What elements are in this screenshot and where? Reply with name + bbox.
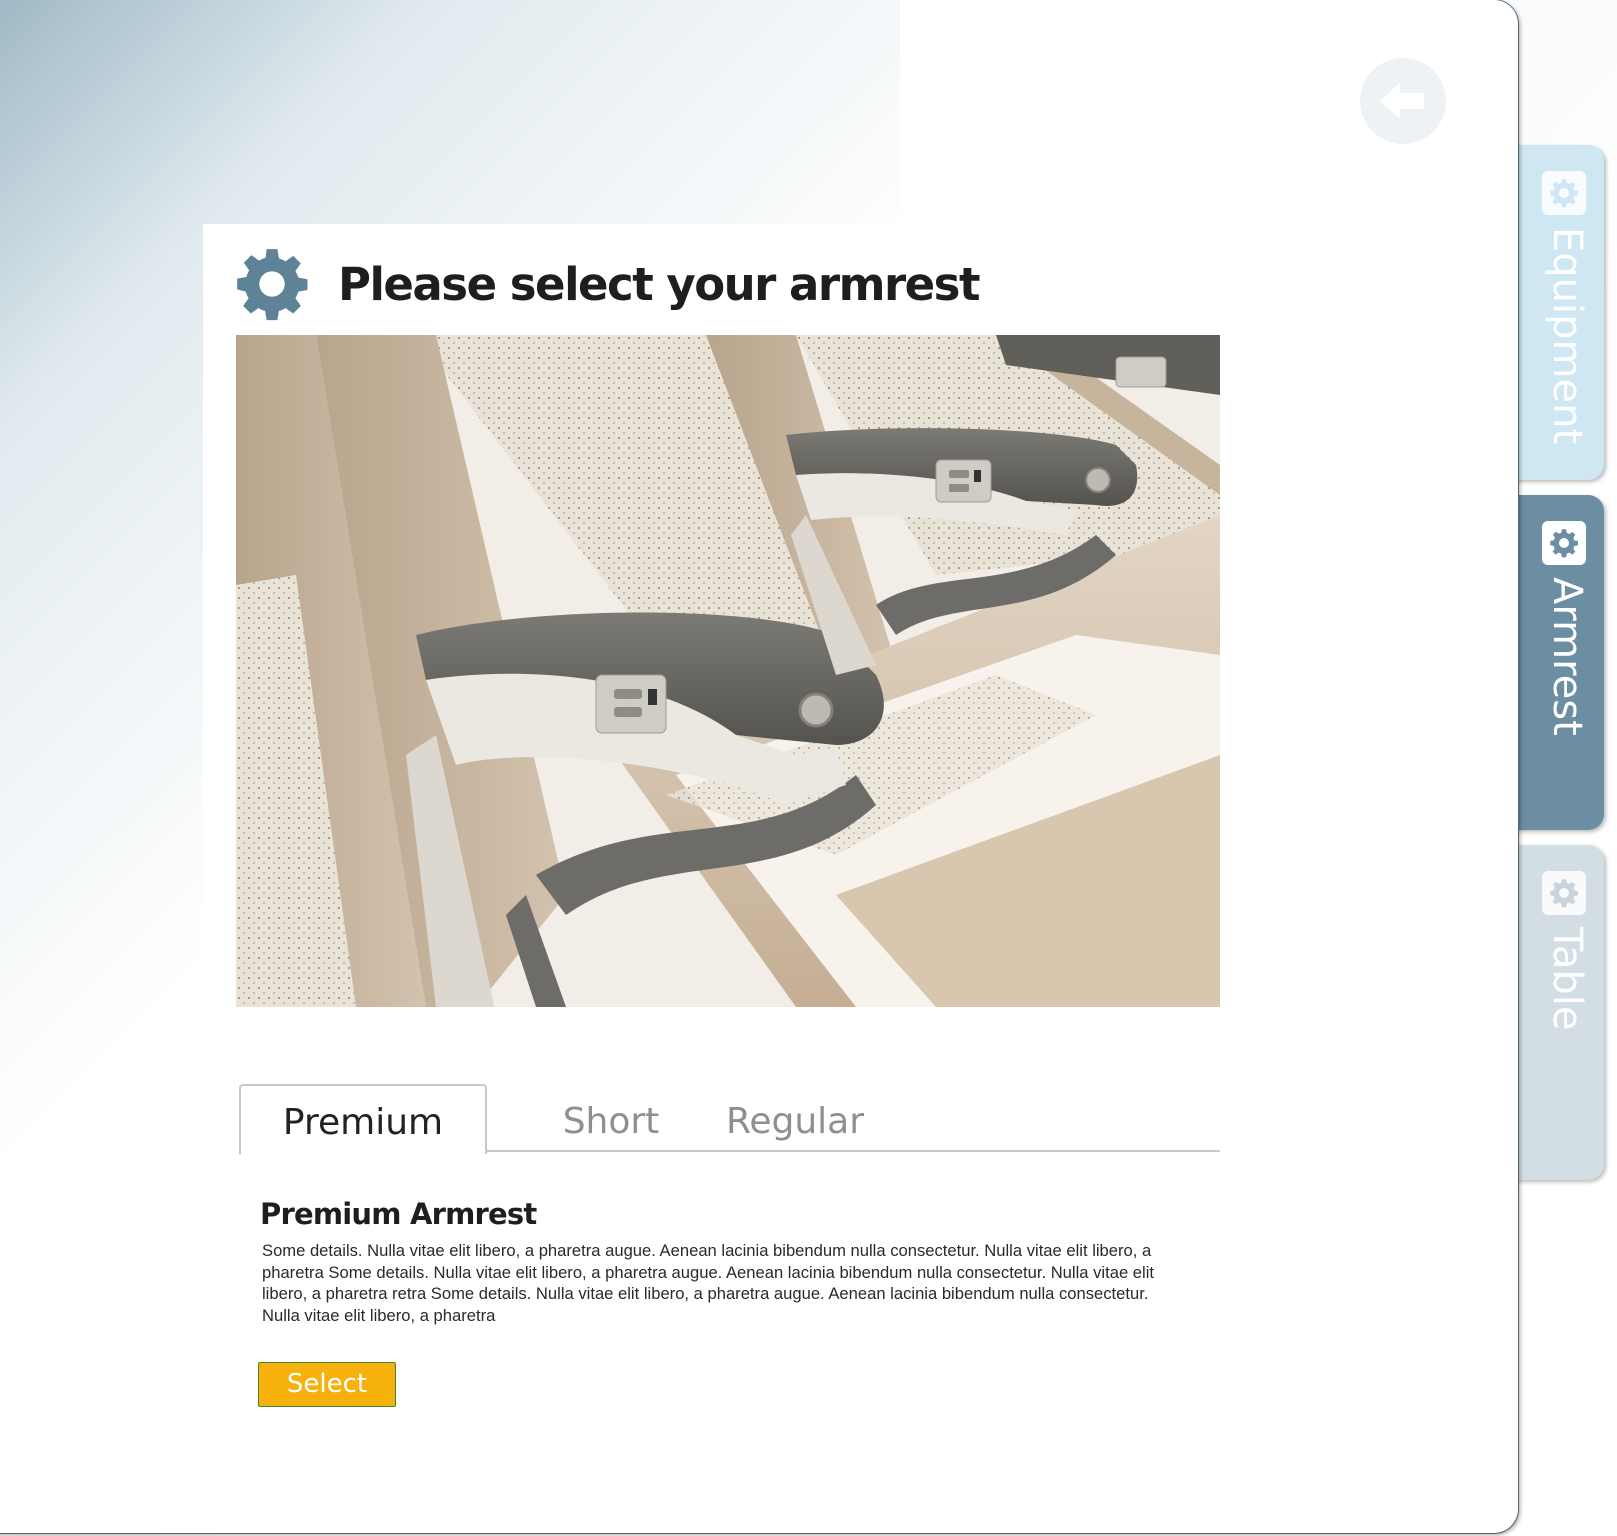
page-header: Please select your armrest <box>234 246 980 322</box>
gear-icon <box>1542 521 1586 565</box>
side-tab-label: Armrest <box>1544 577 1590 736</box>
detail-description: Some details. Nulla vitae elit libero, a… <box>262 1241 1154 1325</box>
side-tab-label: Equipment <box>1544 227 1590 445</box>
tab-regular[interactable]: Regular <box>695 1084 895 1152</box>
armrest-type-tabs: Premium Short Regular <box>239 1084 1220 1154</box>
gear-icon <box>237 249 308 321</box>
seat-illustration <box>236 335 1220 1007</box>
select-button[interactable]: Select <box>258 1362 396 1407</box>
gear-icon <box>1542 171 1586 215</box>
side-tab-label: Table <box>1544 927 1590 1031</box>
gear-icon <box>1542 871 1586 915</box>
tab-premium[interactable]: Premium <box>239 1084 487 1154</box>
page-title: Please select your armrest <box>338 257 980 311</box>
armrest-photo <box>236 335 1220 1007</box>
back-arrow-icon <box>1380 83 1424 119</box>
tab-short[interactable]: Short <box>531 1084 691 1152</box>
back-button[interactable] <box>1360 58 1446 144</box>
detail-title: Premium Armrest <box>260 1197 537 1231</box>
